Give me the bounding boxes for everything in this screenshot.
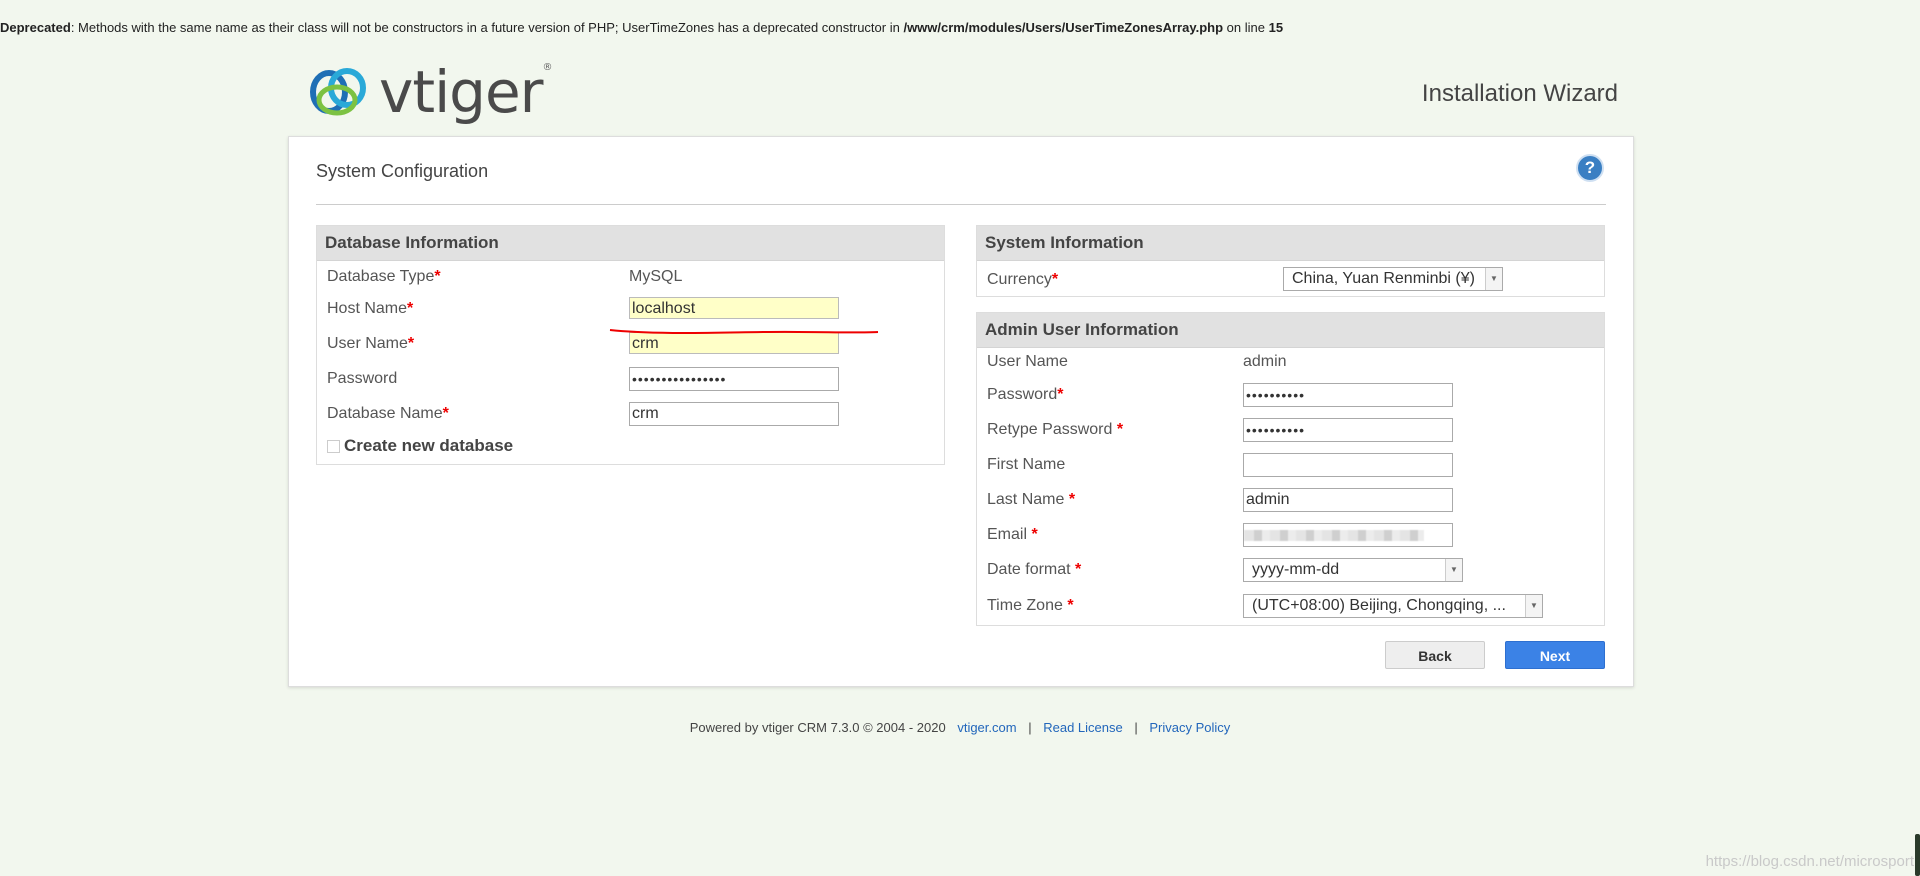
section-heading: Admin User Information [977, 313, 1604, 348]
date-format-label: Date format * [987, 561, 1082, 578]
time-zone-select[interactable]: (UTC+08:00) Beijing, Chongqing, ... ▼ [1243, 594, 1543, 618]
section-heading: System Information [977, 226, 1604, 261]
deprecated-message: Methods with the same name as their clas… [78, 20, 900, 35]
watermark: https://blog.csdn.net/microsport [1705, 853, 1914, 870]
chevron-down-icon: ▼ [1445, 559, 1462, 581]
privacy-policy-link[interactable]: Privacy Policy [1149, 720, 1230, 735]
currency-value: China, Yuan Renminbi (¥) [1292, 270, 1475, 287]
database-type-label: Database Type* [327, 268, 441, 285]
next-button[interactable]: Next [1505, 641, 1605, 669]
chevron-down-icon: ▼ [1525, 595, 1542, 617]
first-name-label: First Name [987, 456, 1066, 473]
powered-by-text: Powered by vtiger CRM 7.3.0 © 2004 - 202… [689, 720, 946, 735]
footer-separator: | [1028, 720, 1032, 735]
divider [316, 204, 1606, 205]
admin-username-value: admin [1243, 353, 1287, 370]
admin-user-section: Admin User Information User Name admin P… [976, 312, 1605, 626]
user-name-label: User Name* [327, 335, 415, 352]
back-button[interactable]: Back [1385, 641, 1485, 669]
host-name-label: Host Name* [327, 300, 414, 317]
create-database-label: Create new database [344, 436, 514, 455]
retype-password-label: Retype Password * [987, 421, 1124, 438]
vtiger-logo-mark-icon [310, 68, 366, 116]
deprecated-line: 15 [1268, 20, 1284, 35]
chevron-down-icon: ▼ [1485, 268, 1502, 290]
footer: Powered by vtiger CRM 7.3.0 © 2004 - 202… [0, 720, 1920, 735]
database-information-section: Database Information Database Type* MySQ… [316, 225, 945, 465]
time-zone-label: Time Zone * [987, 597, 1074, 614]
admin-username-label: User Name [987, 353, 1068, 370]
help-icon[interactable]: ? [1576, 154, 1604, 182]
read-license-link[interactable]: Read License [1043, 720, 1123, 735]
footer-separator: | [1134, 720, 1138, 735]
admin-password-label: Password* [987, 386, 1064, 403]
currency-select[interactable]: China, Yuan Renminbi (¥) ▼ [1283, 267, 1503, 291]
deprecated-online: on line [1226, 20, 1265, 35]
currency-label: Currency* [987, 271, 1059, 288]
deprecated-path: /www/crm/modules/Users/UserTimeZonesArra… [903, 20, 1224, 35]
first-name-input[interactable] [1243, 453, 1453, 477]
host-name-input[interactable]: localhost [629, 297, 839, 319]
system-information-section: System Information Currency* China, Yuan… [976, 225, 1605, 297]
redacted-email [1244, 530, 1424, 541]
date-format-select[interactable]: yyyy-mm-dd ▼ [1243, 558, 1463, 582]
database-name-label: Database Name* [327, 405, 449, 422]
scrollbar[interactable] [1915, 834, 1920, 876]
password-label: Password [327, 370, 398, 387]
logo-text: vtiger® [379, 58, 553, 126]
create-database-checkbox[interactable] [327, 440, 340, 453]
configuration-panel: System Configuration ? Database Informat… [288, 136, 1634, 687]
database-type-value: MySQL [629, 268, 683, 285]
vtiger-logo: vtiger® [307, 58, 553, 126]
vtiger-site-link[interactable]: vtiger.com [957, 720, 1016, 735]
wizard-title: Installation Wizard [1421, 80, 1618, 107]
last-name-input[interactable]: admin [1243, 488, 1453, 512]
time-zone-value: (UTC+08:00) Beijing, Chongqing, ... [1252, 597, 1506, 614]
date-format-value: yyyy-mm-dd [1252, 561, 1340, 578]
retype-password-input[interactable]: •••••••••• [1243, 418, 1453, 442]
deprecated-label: Deprecated [0, 20, 71, 35]
email-label: Email * [987, 526, 1038, 543]
last-name-label: Last Name * [987, 491, 1076, 508]
admin-password-input[interactable]: •••••••••• [1243, 383, 1453, 407]
section-heading: Database Information [317, 226, 944, 261]
deprecation-warning: Deprecated: Methods with the same name a… [0, 20, 1284, 35]
email-input[interactable] [1243, 523, 1453, 547]
database-name-input[interactable]: crm [629, 402, 839, 426]
panel-title: System Configuration [316, 161, 489, 181]
db-password-input[interactable]: •••••••••••••••• [629, 367, 839, 391]
red-annotation-underline [609, 329, 879, 334]
